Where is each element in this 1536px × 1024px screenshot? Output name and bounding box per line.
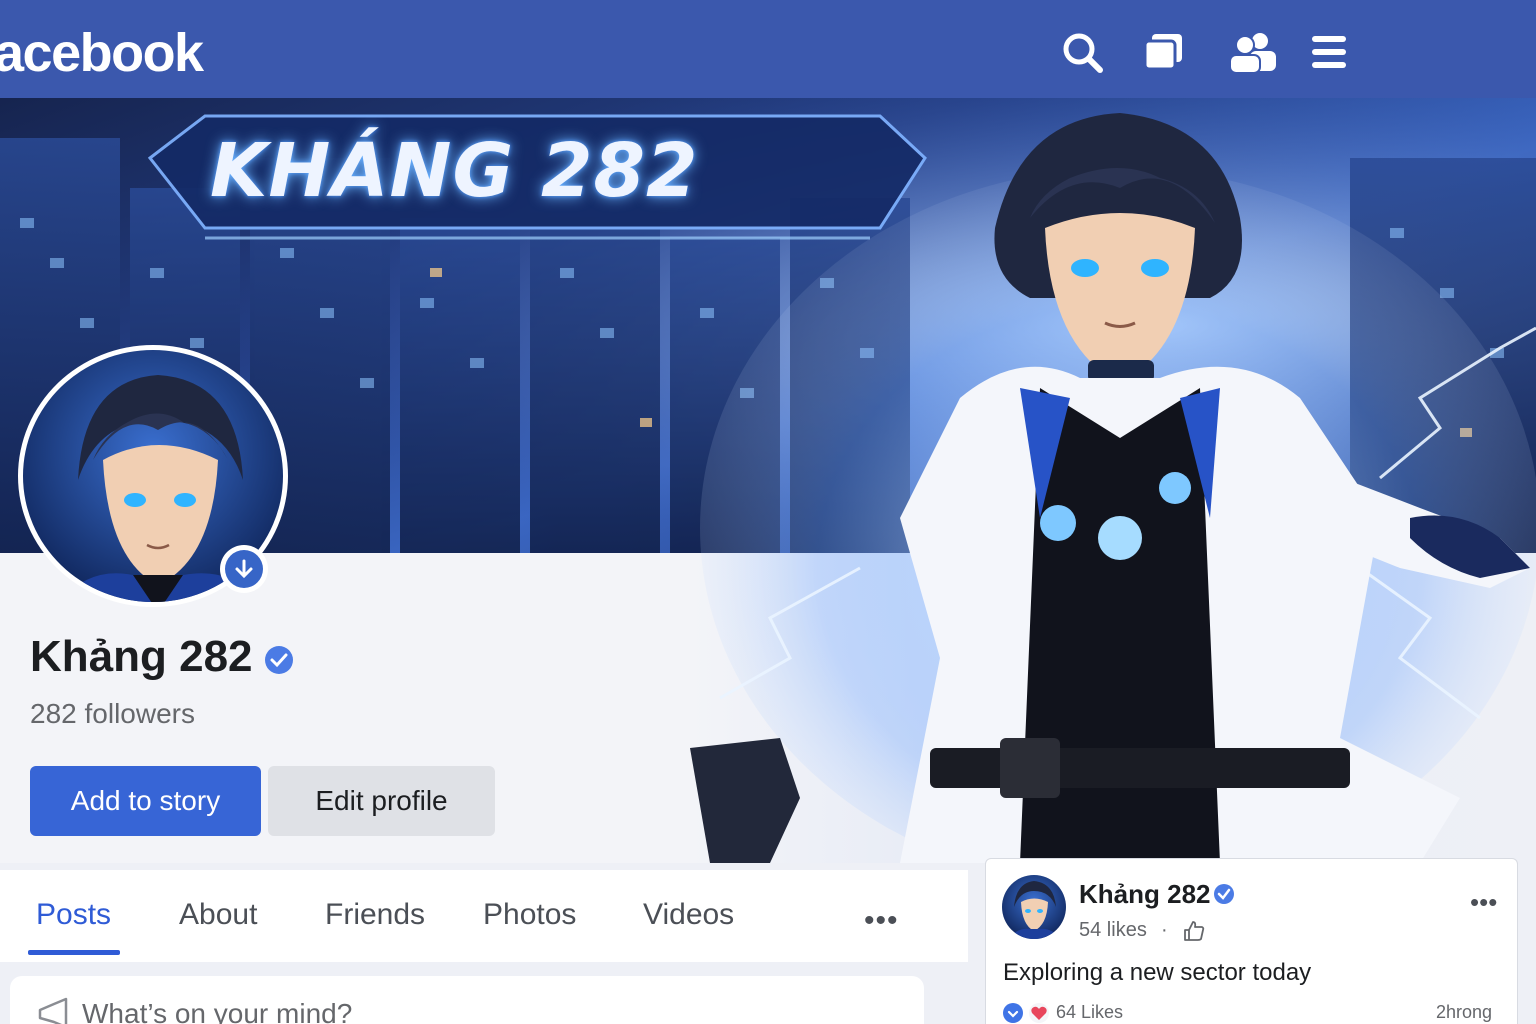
thumbs-up-icon[interactable] (1182, 919, 1206, 943)
post-timestamp[interactable]: 2hrong (1436, 1002, 1492, 1023)
tab-posts[interactable]: Posts (36, 898, 111, 932)
post-verified-icon (1213, 883, 1235, 905)
edit-profile-button[interactable]: Edit profile (268, 766, 495, 836)
tabs-more-button[interactable]: ••• (864, 904, 899, 938)
post-card: Khảng 282 54 likes · ••• Exploring a new… (985, 858, 1518, 1024)
heart-reaction-icon (1029, 1003, 1049, 1023)
post-body-text: Exploring a new sector today (1003, 959, 1312, 986)
top-navigation-bar: acebook (0, 0, 1536, 98)
composer-placeholder[interactable]: What’s on your mind? (82, 998, 352, 1024)
post-reaction-count[interactable]: 64 Likes (1056, 1002, 1123, 1023)
post-author-name[interactable]: Khảng 282 (1079, 879, 1211, 910)
tab-about[interactable]: About (179, 898, 257, 932)
tab-videos[interactable]: Videos (643, 898, 734, 932)
meta-separator: · (1161, 919, 1168, 941)
like-reaction-icon (1003, 1003, 1023, 1023)
cover-character-illustration (600, 98, 1536, 863)
profile-tabs: Posts About Friends Photos Videos ••• (0, 870, 968, 962)
verified-badge-icon (264, 645, 294, 675)
post-options-button[interactable]: ••• (1470, 887, 1497, 918)
tab-photos[interactable]: Photos (483, 898, 576, 932)
profile-name: Khảng 282 (30, 632, 253, 681)
megaphone-icon (36, 996, 72, 1024)
friends-icon[interactable] (1228, 30, 1280, 74)
messenger-icon[interactable] (1142, 30, 1186, 74)
facebook-logo[interactable]: acebook (0, 22, 204, 84)
search-icon[interactable] (1060, 30, 1104, 74)
post-composer[interactable]: What’s on your mind? (10, 976, 924, 1024)
tab-friends[interactable]: Friends (325, 898, 425, 932)
menu-icon[interactable] (1310, 30, 1348, 74)
post-likes-meta: 54 likes (1079, 919, 1147, 941)
add-to-story-button[interactable]: Add to story (30, 766, 261, 836)
post-author-avatar[interactable] (1002, 875, 1066, 939)
active-tab-indicator (28, 950, 120, 955)
arrow-down-icon (225, 550, 263, 588)
followers-count[interactable]: 282 followers (30, 698, 195, 730)
avatar-update-button[interactable] (220, 545, 268, 593)
